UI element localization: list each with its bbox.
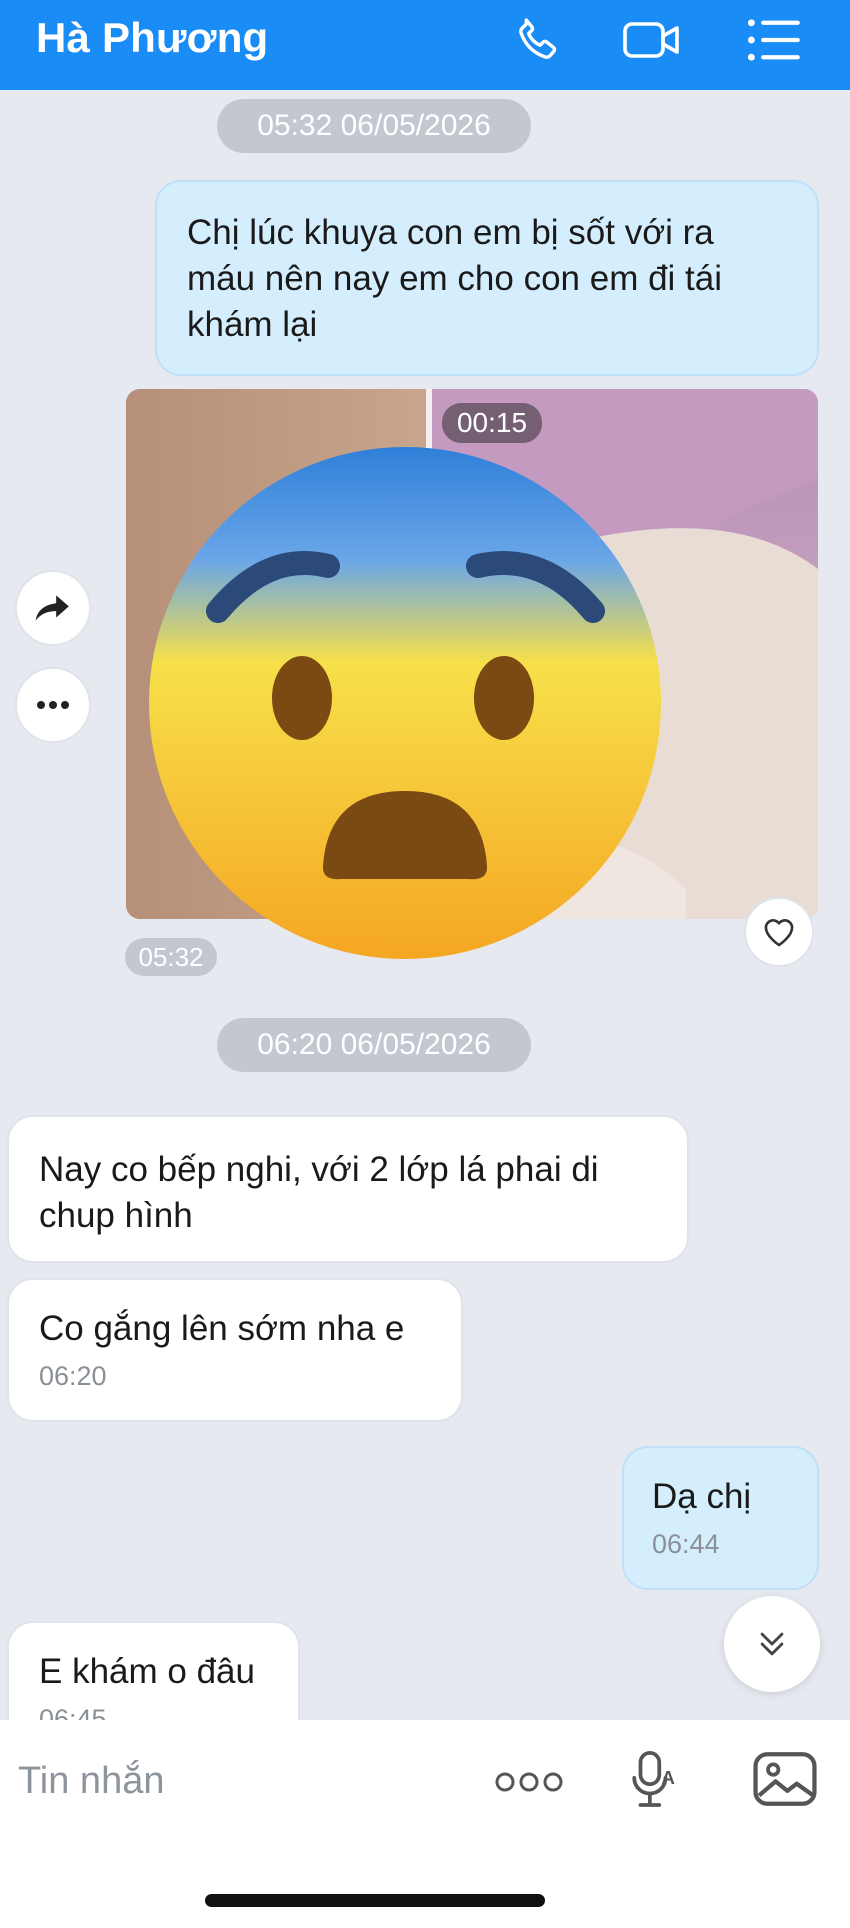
more-actions-button[interactable]	[15, 667, 91, 743]
contact-name[interactable]: Hà Phương	[36, 14, 268, 62]
message-bubble-outgoing[interactable]: Dạ chị 06:44	[622, 1446, 819, 1590]
message-bubble-incoming[interactable]: Co gắng lên sớm nha e 06:20	[7, 1278, 463, 1422]
home-indicator	[205, 1894, 545, 1907]
video-duration: 00:15	[442, 403, 542, 443]
phone-icon[interactable]	[508, 10, 568, 70]
ellipsis-icon	[37, 701, 69, 709]
message-text: Chị lúc khuya con em bị sốt với ra máu n…	[187, 213, 723, 344]
message-text: Nay co bếp nghi, với 2 lớp lá phai di ch…	[39, 1150, 599, 1235]
image-icon[interactable]	[752, 1750, 818, 1813]
menu-list-icon[interactable]	[744, 10, 804, 70]
message-text: Co gắng lên sớm nha e	[39, 1309, 405, 1348]
message-input[interactable]: Tin nhắn	[18, 1760, 164, 1803]
message-bubble-incoming[interactable]: E khám o đâu 06:45	[7, 1621, 300, 1720]
forward-button[interactable]	[15, 570, 91, 646]
message-time: 06:20	[39, 1361, 107, 1391]
video-call-icon[interactable]	[622, 10, 682, 70]
message-text: E khám o đâu	[39, 1652, 255, 1691]
chat-header: Hà Phương	[0, 0, 850, 90]
voice-to-text-icon[interactable]: A	[628, 1748, 678, 1817]
react-heart-button[interactable]	[744, 897, 814, 967]
message-list-clip: E khám o đâu 06:45	[0, 1600, 850, 1720]
date-separator: 05:32 06/05/2026	[217, 99, 531, 153]
heart-icon	[764, 919, 794, 947]
message-time: 05:32	[125, 938, 217, 976]
message-bubble-outgoing[interactable]: Chị lúc khuya con em bị sốt với ra máu n…	[155, 180, 819, 376]
message-time: 06:45	[39, 1704, 107, 1720]
fearful-face-emoji	[148, 446, 662, 960]
date-separator: 06:20 06/05/2026	[217, 1018, 531, 1072]
message-time: 06:44	[652, 1529, 720, 1559]
message-bubble-incoming[interactable]: Nay co bếp nghi, với 2 lớp lá phai di ch…	[7, 1115, 689, 1263]
forward-icon	[35, 595, 69, 621]
more-options-icon[interactable]	[494, 1770, 564, 1799]
svg-text:A: A	[661, 1767, 675, 1788]
message-text: Dạ chị	[652, 1477, 752, 1516]
